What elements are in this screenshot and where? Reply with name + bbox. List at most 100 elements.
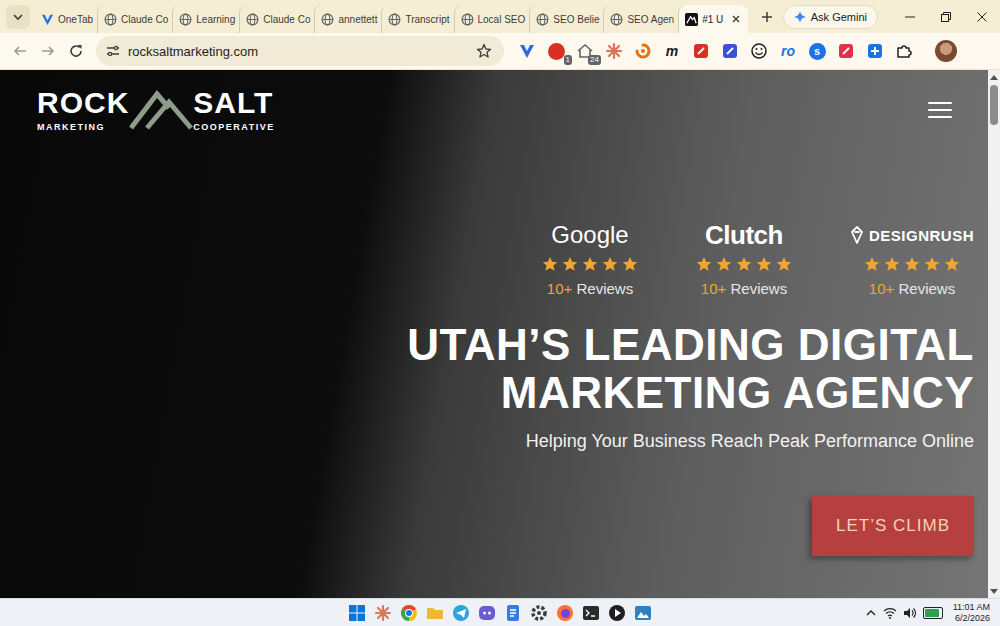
taskbar-app[interactable]	[452, 604, 470, 622]
address-bar[interactable]: rocksaltmarketing.com	[96, 36, 504, 66]
tab[interactable]: annettett	[314, 5, 381, 33]
review-platform: Google	[551, 218, 628, 252]
tab[interactable]: Transcript	[381, 5, 453, 33]
square-app-icon	[692, 42, 710, 60]
globe-icon	[610, 13, 623, 26]
tab-label: Claude Co	[121, 14, 168, 25]
scroll-thumb[interactable]	[990, 85, 998, 125]
profile-avatar[interactable]	[935, 40, 957, 62]
logo-tagline: COOPERATIVE	[193, 122, 274, 132]
letter-icon: ro	[781, 44, 795, 58]
tab-search-button[interactable]	[6, 5, 30, 29]
cta-button[interactable]: LET’S CLIMB	[812, 496, 974, 556]
extension-button[interactable]: m	[661, 40, 683, 62]
tab-label: Claude Co	[263, 14, 310, 25]
back-button[interactable]	[6, 37, 34, 65]
taskbar-app[interactable]	[374, 604, 392, 622]
menu-icon[interactable]	[928, 102, 952, 118]
puzzle-icon	[895, 42, 913, 60]
window-controls	[892, 0, 1000, 33]
extension-button[interactable]	[603, 40, 625, 62]
restore-button[interactable]	[928, 0, 964, 33]
bookmark-star-icon[interactable]	[476, 43, 492, 59]
site-header: ROCKSALTMARKETINGCOOPERATIVE	[37, 88, 974, 132]
extension-button[interactable]	[690, 40, 712, 62]
star-icon	[602, 256, 618, 272]
extension-button[interactable]	[748, 40, 770, 62]
taskbar-app[interactable]	[478, 604, 496, 622]
close-window-button[interactable]	[964, 0, 1000, 33]
globe-icon	[461, 13, 474, 26]
review-platform: DESIGNRUSH	[850, 218, 974, 252]
volume-icon[interactable]	[903, 606, 917, 620]
tab-label: #1 U	[702, 14, 723, 25]
extension-button[interactable]: ro	[777, 40, 799, 62]
chevron-up-icon[interactable]	[865, 607, 877, 619]
tab[interactable]: Learning	[172, 5, 239, 33]
extension-button[interactable]	[516, 40, 538, 62]
taskbar-app[interactable]	[426, 604, 444, 622]
extension-button[interactable]	[632, 40, 654, 62]
extension-button[interactable]	[719, 40, 741, 62]
clock[interactable]: 11:01 AM6/2/2026	[953, 602, 990, 624]
review-badge[interactable]: DESIGNRUSH10+ Reviews	[850, 218, 974, 297]
extension-button[interactable]	[835, 40, 857, 62]
review-badge[interactable]: Clutch10+ Reviews	[696, 218, 792, 297]
tab[interactable]: OneTab	[35, 5, 97, 33]
extension-button[interactable]	[864, 40, 886, 62]
screen: OneTab Claude Co Learning Claude Co annettet…	[0, 0, 1000, 626]
tab[interactable]: #1 U	[678, 5, 748, 33]
globe-icon	[536, 13, 549, 26]
taskbar-app[interactable]	[634, 604, 652, 622]
star-icon	[884, 256, 900, 272]
tab[interactable]: SEO Belie	[529, 5, 603, 33]
tab-label: SEO Agen	[627, 14, 674, 25]
gemini-button[interactable]: Ask Gemini	[783, 5, 878, 29]
extension-button[interactable]	[893, 40, 915, 62]
smile-icon	[750, 42, 768, 60]
star-icon	[756, 256, 772, 272]
scroll-up-icon[interactable]	[988, 70, 1000, 84]
battery-icon[interactable]	[923, 607, 943, 619]
scroll-track[interactable]	[988, 84, 1000, 584]
extension-button[interactable]: 24	[574, 40, 596, 62]
square-app-icon	[721, 42, 739, 60]
photos-icon	[634, 604, 652, 622]
scrollbar[interactable]	[988, 70, 1000, 598]
clock-time: 11:01 AM	[953, 602, 990, 613]
logo-word: SALT	[193, 88, 274, 118]
forward-button[interactable]	[34, 37, 62, 65]
tab[interactable]: Claude Co	[239, 5, 314, 33]
taskbar-app[interactable]	[608, 604, 626, 622]
extension-button[interactable]: 1	[545, 40, 567, 62]
chrome-icon	[400, 604, 418, 622]
star-icon	[696, 256, 712, 272]
scroll-down-icon[interactable]	[988, 584, 1000, 598]
extension-button[interactable]: s	[806, 40, 828, 62]
star-icon	[622, 256, 638, 272]
site-logo[interactable]: ROCKSALTMARKETINGCOOPERATIVE	[37, 88, 275, 132]
minimize-button[interactable]	[892, 0, 928, 33]
review-badge[interactable]: Google10+ Reviews	[542, 218, 638, 297]
gemini-label: Ask Gemini	[811, 11, 867, 23]
globe-icon	[246, 13, 259, 26]
wifi-icon[interactable]	[883, 606, 897, 620]
tab[interactable]: SEO Agen	[603, 5, 678, 33]
site-info-icon[interactable]	[106, 44, 120, 58]
taskbar-app[interactable]	[556, 604, 574, 622]
close-icon[interactable]	[731, 14, 741, 24]
star-icon	[924, 256, 940, 272]
taskbar-app[interactable]	[348, 604, 366, 622]
tab[interactable]: Local SEO	[454, 5, 530, 33]
taskbar-app[interactable]	[504, 604, 522, 622]
plus-icon	[761, 11, 773, 23]
reload-button[interactable]	[62, 37, 90, 65]
taskbar-app[interactable]	[530, 604, 548, 622]
new-tab-button[interactable]	[754, 4, 780, 30]
taskbar-app[interactable]	[400, 604, 418, 622]
globe-icon	[321, 13, 334, 26]
chevron-down-icon	[12, 11, 24, 23]
taskbar-app[interactable]	[582, 604, 600, 622]
tab-label: Local SEO	[478, 14, 526, 25]
tab[interactable]: Claude Co	[97, 5, 172, 33]
